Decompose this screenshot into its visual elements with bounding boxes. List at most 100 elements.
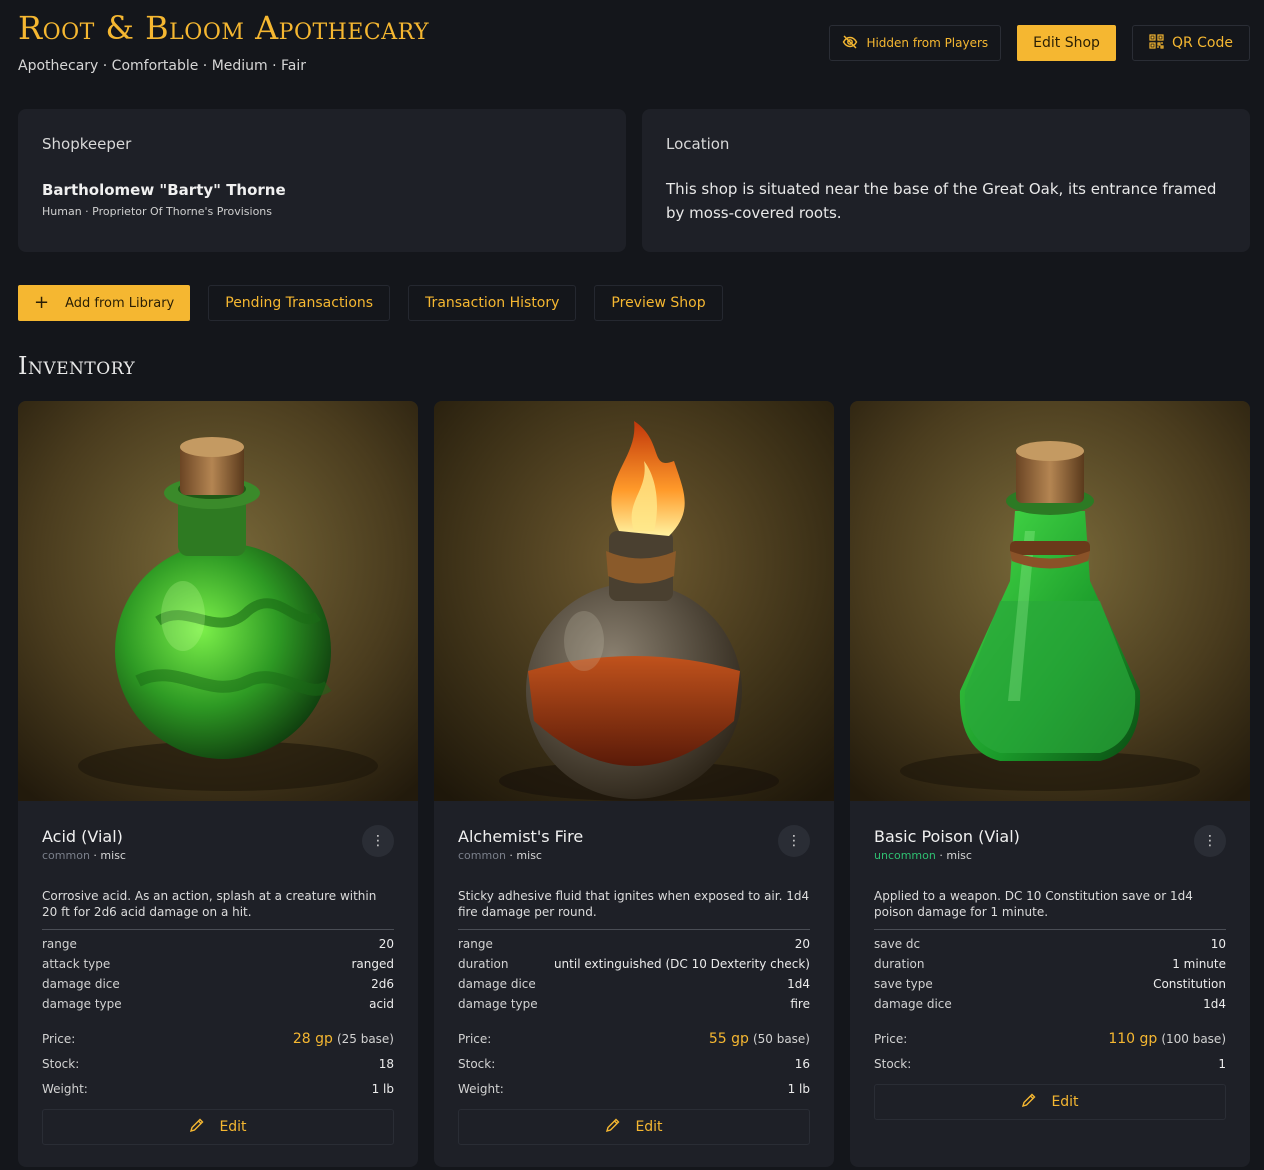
- price-value: 110 gp: [1108, 1030, 1158, 1047]
- edit-item-button[interactable]: Edit: [42, 1109, 394, 1145]
- shopkeeper-name: Bartholomew "Barty" Thorne: [42, 181, 286, 199]
- item-card-acid: Acid (Vial) common · misc ⋮ Corrosive ac…: [18, 401, 418, 1167]
- edit-item-label: Edit: [635, 1119, 663, 1135]
- stock-label: Stock:: [874, 1056, 912, 1071]
- edit-item-label: Edit: [1051, 1094, 1079, 1110]
- property-key: range: [42, 937, 77, 951]
- stock-row: Stock: 16: [458, 1051, 810, 1076]
- item-menu-button[interactable]: ⋮: [778, 825, 810, 857]
- item-menu-button[interactable]: ⋮: [362, 825, 394, 857]
- property-key: save dc: [874, 937, 921, 951]
- property-row: damage type fire: [458, 994, 810, 1014]
- edit-item-button[interactable]: Edit: [458, 1109, 810, 1145]
- price-row: Price: 110 gp (100 base): [874, 1026, 1226, 1051]
- item-rarity: common: [42, 849, 90, 862]
- transaction-history-button[interactable]: Transaction History: [408, 285, 577, 321]
- price-value: 55 gp: [708, 1030, 749, 1047]
- property-value: until extinguished (DC 10 Dexterity chec…: [553, 957, 810, 971]
- item-card-body: Alchemist's Fire common · misc ⋮ Sticky …: [434, 801, 834, 1167]
- item-rarity: uncommon: [874, 849, 936, 862]
- more-vertical-icon: ⋮: [1203, 833, 1217, 849]
- property-key: save type: [874, 977, 933, 991]
- stock-row: Stock: 18: [42, 1051, 394, 1076]
- property-key: range: [458, 937, 493, 951]
- stock-value: 16: [794, 1056, 810, 1071]
- property-row: save dc 10: [874, 934, 1226, 954]
- item-name: Basic Poison (Vial): [874, 827, 1020, 846]
- property-value: acid: [369, 997, 394, 1011]
- stock-label: Stock:: [42, 1056, 80, 1071]
- property-row: duration until extinguished (DC 10 Dexter…: [458, 954, 810, 974]
- property-row: duration 1 minute: [874, 954, 1226, 974]
- property-value: 1d4: [787, 977, 810, 991]
- weight-row: Weight: 1 lb: [42, 1076, 394, 1101]
- item-description: Sticky adhesive fluid that ignites when …: [458, 889, 810, 919]
- property-value: 20: [794, 937, 810, 951]
- price-value: 28 gp: [292, 1030, 333, 1047]
- property-key: damage dice: [874, 997, 952, 1011]
- preview-shop-button[interactable]: Preview Shop: [594, 285, 723, 321]
- item-properties: save dc 10 duration 1 minute save type Cons…: [874, 929, 1226, 1014]
- property-row: damage dice 1d4: [874, 994, 1226, 1014]
- price-label: Price:: [42, 1031, 76, 1046]
- weight-label: Weight:: [458, 1081, 504, 1096]
- property-value: 10: [1210, 937, 1226, 951]
- qr-code-label: QR Code: [1171, 35, 1233, 51]
- location-card: Location This shop is situated near the …: [642, 109, 1250, 252]
- item-card-alchemists-fire: Alchemist's Fire common · misc ⋮ Sticky …: [434, 401, 834, 1167]
- property-row: damage dice 1d4: [458, 974, 810, 994]
- shopkeeper-card: Shopkeeper Bartholomew "Barty" Thorne Hu…: [18, 109, 626, 252]
- price-base: (100 base): [1161, 1031, 1226, 1046]
- property-key: damage dice: [458, 977, 536, 991]
- more-vertical-icon: ⋮: [371, 833, 385, 849]
- property-value: 1d4: [1203, 997, 1226, 1011]
- item-properties: range 20 attack type ranged damage dice 2d6…: [42, 929, 394, 1014]
- qr-code-icon: [1149, 33, 1164, 53]
- item-stats: Price: 55 gp (50 base) Stock: 16 Weight: 1 l…: [458, 1026, 810, 1101]
- property-key: attack type: [42, 957, 111, 971]
- header-actions: Hidden from Players Edit Shop QR Code: [829, 25, 1250, 61]
- property-key: duration: [874, 957, 925, 971]
- price-row: Price: 55 gp (50 base): [458, 1026, 810, 1051]
- stock-row: Stock: 1: [874, 1051, 1226, 1076]
- add-from-library-button[interactable]: + Add from Library: [18, 285, 191, 321]
- shopkeeper-meta: Human · Proprietor Of Thorne's Provision…: [42, 205, 273, 218]
- property-key: duration: [458, 957, 509, 971]
- flaming-flask-image: [434, 401, 834, 801]
- add-from-library-label: Add from Library: [65, 295, 175, 311]
- property-value: 2d6: [371, 977, 394, 991]
- item-name: Alchemist's Fire: [458, 827, 584, 846]
- price-base: (25 base): [336, 1031, 394, 1046]
- item-meta: common · misc: [458, 849, 542, 862]
- location-label: Location: [666, 135, 730, 153]
- item-menu-button[interactable]: ⋮: [1194, 825, 1226, 857]
- visibility-toggle-button[interactable]: Hidden from Players: [829, 25, 1002, 61]
- info-row: Shopkeeper Bartholomew "Barty" Thorne Hu…: [18, 109, 1250, 252]
- item-card-body: Acid (Vial) common · misc ⋮ Corrosive ac…: [18, 801, 418, 1167]
- pending-transactions-button[interactable]: Pending Transactions: [208, 285, 391, 321]
- property-key: damage type: [458, 997, 538, 1011]
- property-value: 20: [378, 937, 394, 951]
- price-label: Price:: [458, 1031, 492, 1046]
- weight-label: Weight:: [42, 1081, 88, 1096]
- property-row: save type Constitution: [874, 974, 1226, 994]
- qr-code-button[interactable]: QR Code: [1131, 25, 1250, 61]
- stock-value: 18: [378, 1056, 394, 1071]
- item-description: Corrosive acid. As an action, splash at …: [42, 889, 377, 919]
- stock-label: Stock:: [458, 1056, 496, 1071]
- edit-item-button[interactable]: Edit: [874, 1084, 1226, 1120]
- green-conical-flask-image: [850, 401, 1250, 801]
- property-row: attack type ranged: [42, 954, 394, 974]
- item-meta: common · misc: [42, 849, 126, 862]
- stock-value: 1: [1218, 1056, 1226, 1071]
- item-rarity: common: [458, 849, 506, 862]
- property-value: Constitution: [1153, 977, 1226, 991]
- pencil-icon: [189, 1117, 205, 1137]
- weight-row: Weight: 1 lb: [458, 1076, 810, 1101]
- item-properties: range 20 duration until extinguished (DC 1…: [458, 929, 810, 1014]
- edit-shop-button[interactable]: Edit Shop: [1017, 25, 1116, 61]
- item-type: misc: [946, 849, 972, 862]
- property-row: damage type acid: [42, 994, 394, 1014]
- property-row: damage dice 2d6: [42, 974, 394, 994]
- item-type: misc: [100, 849, 126, 862]
